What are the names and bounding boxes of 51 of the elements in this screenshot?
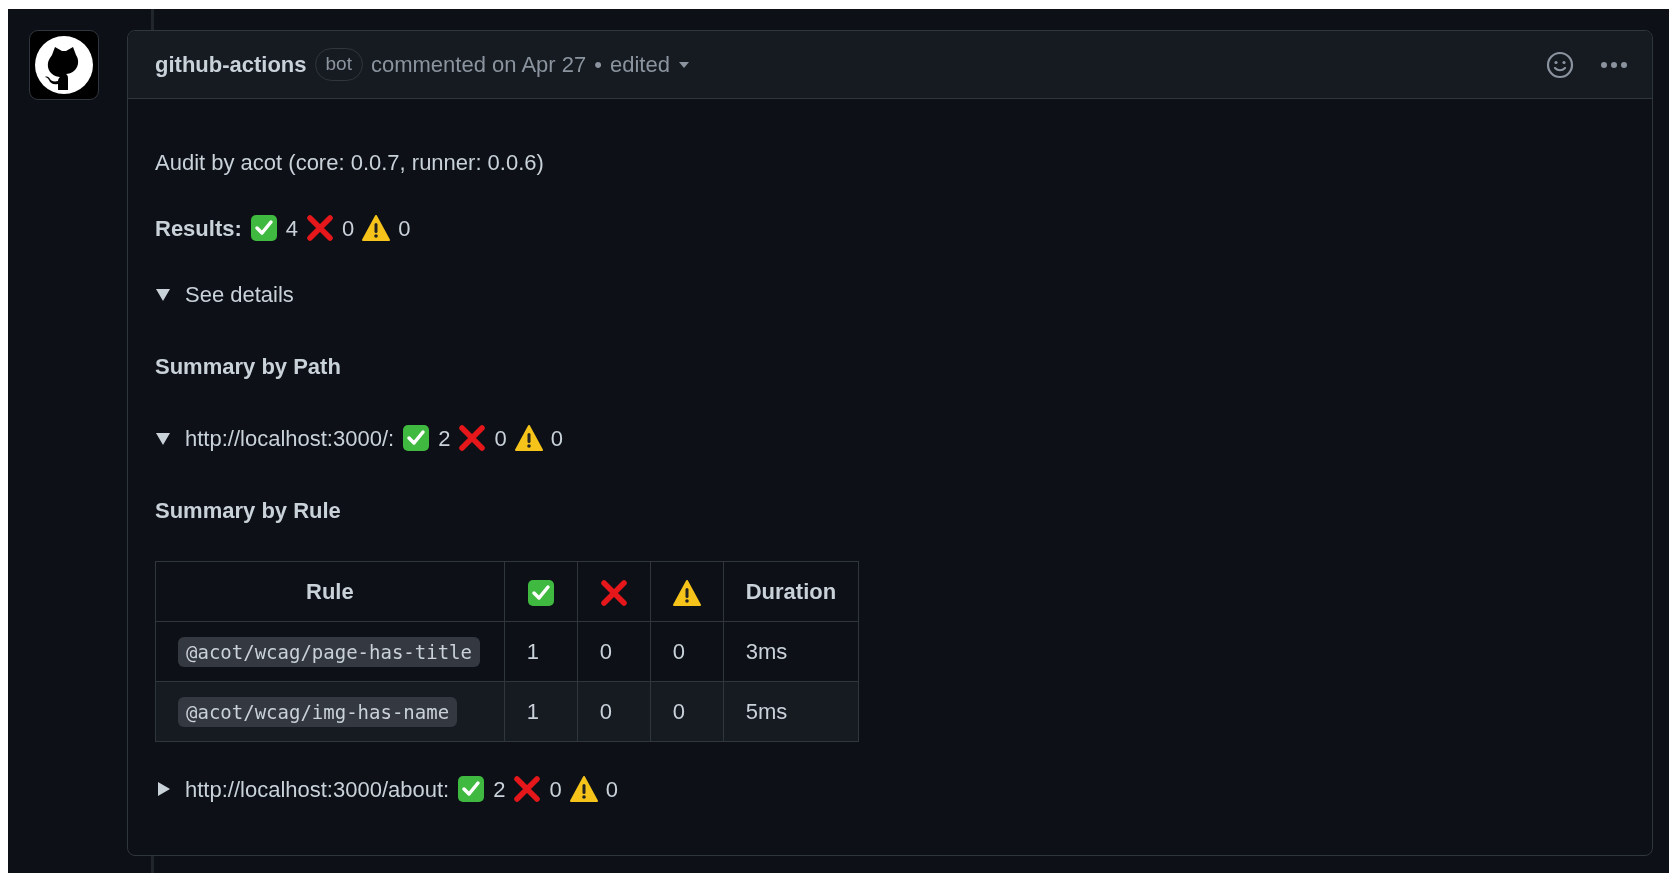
- table-cell: 0: [577, 621, 651, 682]
- cross-mark-icon: [599, 579, 628, 608]
- comment-meta: commented on Apr 27: [370, 51, 587, 79]
- check-mark-icon: [402, 424, 431, 452]
- smiley-icon[interactable]: [1546, 50, 1574, 79]
- warning-icon: [672, 579, 701, 608]
- count-text: 0: [549, 775, 562, 804]
- table-cell: 3ms: [723, 621, 859, 682]
- cross-mark-icon: [306, 214, 335, 242]
- paragraph-text: Audit by acot (core: 0.0.7, runner: 0.0.6): [155, 148, 544, 177]
- author-link[interactable]: github-actions: [155, 48, 307, 81]
- rule-code: @acot/wcag/img-has-name: [178, 697, 458, 727]
- table-cell: 0: [650, 621, 724, 682]
- table-cell: 0: [577, 681, 651, 742]
- table-cell: 5ms: [723, 681, 859, 742]
- count-text: 0: [494, 424, 507, 453]
- count-text: 2: [493, 775, 506, 804]
- edited-link[interactable]: edited: [609, 48, 670, 81]
- count-text: 0: [398, 214, 411, 243]
- warning-icon: [362, 214, 391, 242]
- separator-dot: •: [594, 51, 602, 79]
- column-header: Duration: [723, 561, 859, 622]
- count-text: 4: [285, 214, 299, 243]
- cross-mark-icon: [513, 775, 542, 803]
- path-summary[interactable]: http://localhost:3000/about:: [185, 772, 450, 806]
- expanded-triangle-icon[interactable]: [155, 430, 171, 446]
- results-label: Results:: [155, 214, 242, 243]
- count-text: 0: [550, 424, 563, 453]
- avatar: [34, 35, 94, 95]
- table-cell: 1: [504, 681, 578, 742]
- section-heading: Summary by Path: [155, 352, 341, 381]
- check-mark-icon: [457, 775, 486, 803]
- collapsed-triangle-icon[interactable]: [155, 781, 171, 797]
- warning-icon: [569, 775, 598, 803]
- check-mark-icon: [526, 579, 555, 608]
- column-header: Rule: [155, 561, 505, 622]
- rule-code: @acot/wcag/page-has-title: [178, 637, 480, 667]
- count-text: 0: [605, 775, 618, 804]
- count-text: 0: [342, 214, 355, 243]
- table-cell: 1: [504, 621, 578, 682]
- warning-icon: [514, 424, 543, 452]
- table-cell: 0: [650, 681, 724, 742]
- cross-mark-icon: [458, 424, 487, 452]
- more-options-icon[interactable]: [1600, 60, 1628, 69]
- path-summary[interactable]: http://localhost:3000/:: [185, 421, 395, 455]
- details-summary[interactable]: See details: [185, 277, 294, 311]
- caret-icon[interactable]: [677, 60, 690, 69]
- expanded-triangle-icon[interactable]: [155, 286, 171, 302]
- check-mark-icon: [249, 214, 278, 242]
- count-text: 2: [438, 424, 451, 453]
- section-heading: Summary by Rule: [155, 496, 341, 525]
